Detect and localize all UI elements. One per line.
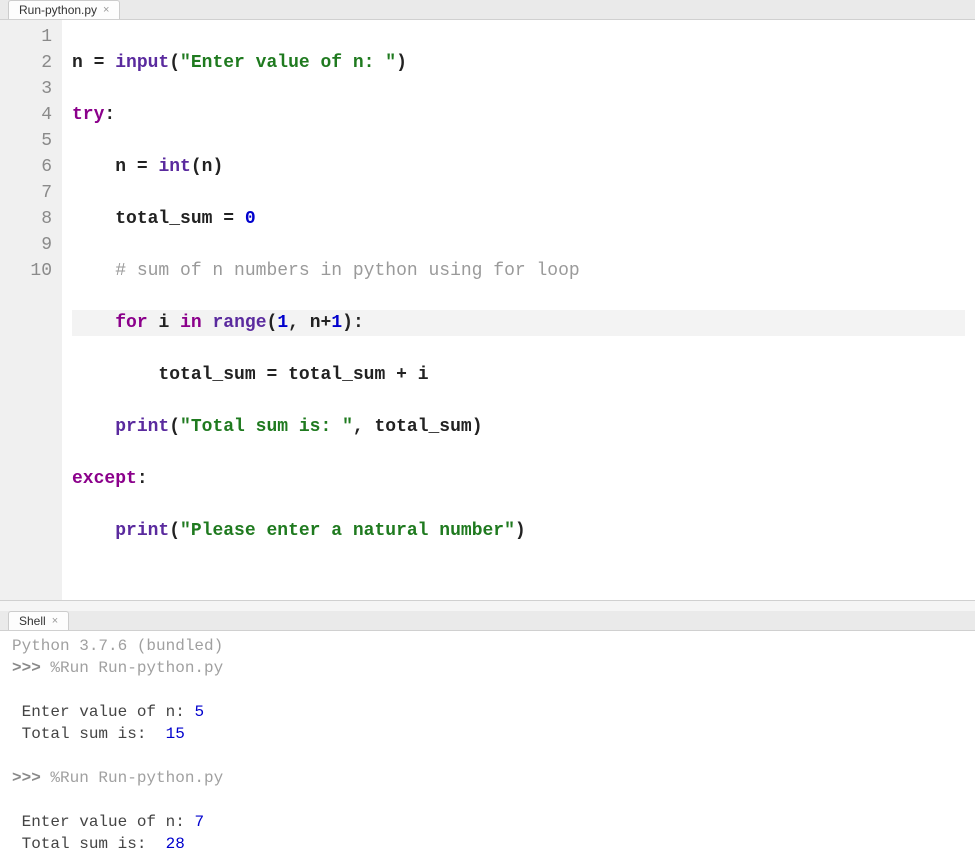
shell-version: Python 3.7.6 (bundled) bbox=[12, 637, 223, 655]
code-line: n = input("Enter value of n: ") bbox=[72, 50, 965, 76]
line-number: 1 bbox=[4, 24, 52, 50]
pane-divider[interactable] bbox=[0, 601, 975, 611]
close-icon[interactable]: × bbox=[52, 616, 58, 627]
line-number: 6 bbox=[4, 154, 52, 180]
shell-prompt: >>> bbox=[12, 659, 50, 677]
line-number: 10 bbox=[4, 258, 52, 284]
code-line: # sum of n numbers in python using for l… bbox=[72, 258, 965, 284]
shell-line: Enter value of n: bbox=[12, 813, 194, 831]
code-line: try: bbox=[72, 102, 965, 128]
shell-tab-title: Shell bbox=[19, 614, 46, 628]
shell-value: 28 bbox=[166, 835, 185, 853]
shell-value: 5 bbox=[194, 703, 204, 721]
code-editor[interactable]: n = input("Enter value of n: ") try: n =… bbox=[62, 20, 975, 600]
line-number: 8 bbox=[4, 206, 52, 232]
editor-tab-title: Run-python.py bbox=[19, 3, 97, 17]
line-number: 2 bbox=[4, 50, 52, 76]
shell-command: %Run Run-python.py bbox=[50, 769, 223, 787]
code-line: total_sum = 0 bbox=[72, 206, 965, 232]
line-number: 7 bbox=[4, 180, 52, 206]
shell-prompt: >>> bbox=[12, 769, 50, 787]
shell-pane: Python 3.7.6 (bundled) >>> %Run Run-pyth… bbox=[0, 631, 975, 863]
shell-output[interactable]: Python 3.7.6 (bundled) >>> %Run Run-pyth… bbox=[0, 631, 975, 863]
code-line: print("Please enter a natural number") bbox=[72, 518, 965, 544]
code-line: print("Total sum is: ", total_sum) bbox=[72, 414, 965, 440]
line-number: 9 bbox=[4, 232, 52, 258]
shell-value: 15 bbox=[166, 725, 185, 743]
editor-tab-bar: Run-python.py × bbox=[0, 0, 975, 20]
line-number: 3 bbox=[4, 76, 52, 102]
code-line-highlighted: for i in range(1, n+1): bbox=[72, 310, 965, 336]
code-line: total_sum = total_sum + i bbox=[72, 362, 965, 388]
line-number: 5 bbox=[4, 128, 52, 154]
code-line: n = int(n) bbox=[72, 154, 965, 180]
shell-line: Total sum is: bbox=[12, 725, 166, 743]
shell-tab-bar: Shell × bbox=[0, 611, 975, 631]
close-icon[interactable]: × bbox=[103, 5, 109, 16]
shell-line: Total sum is: bbox=[12, 835, 166, 853]
editor-pane: 1 2 3 4 5 6 7 8 9 10 n = input("Enter va… bbox=[0, 20, 975, 601]
shell-command: %Run Run-python.py bbox=[50, 659, 223, 677]
line-gutter: 1 2 3 4 5 6 7 8 9 10 bbox=[0, 20, 62, 600]
shell-value: 7 bbox=[194, 813, 204, 831]
code-line: except: bbox=[72, 466, 965, 492]
shell-line: Enter value of n: bbox=[12, 703, 194, 721]
editor-tab[interactable]: Run-python.py × bbox=[8, 0, 120, 19]
line-number: 4 bbox=[4, 102, 52, 128]
shell-tab[interactable]: Shell × bbox=[8, 611, 69, 630]
